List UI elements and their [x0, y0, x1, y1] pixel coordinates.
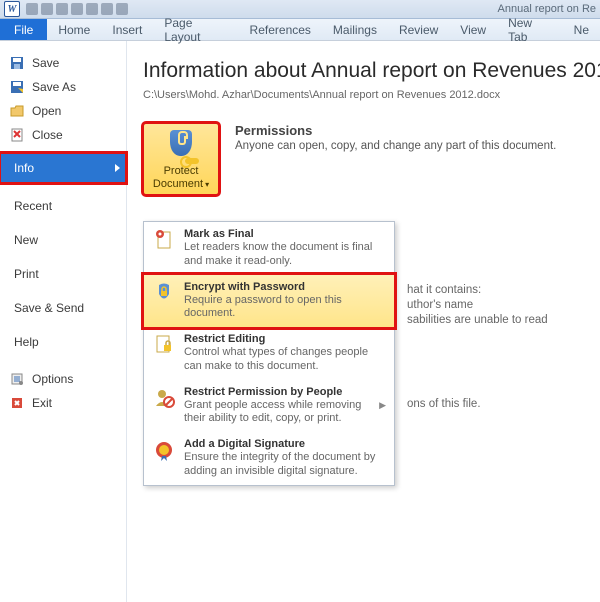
sidebar-item-label: New: [14, 233, 38, 247]
dropdown-item-restrict-by-people[interactable]: Restrict Permission by People Grant peop…: [144, 380, 394, 433]
protect-document-icon: [165, 130, 197, 162]
sidebar-item-label: Save: [32, 56, 59, 70]
close-icon: [10, 128, 24, 142]
dropdown-item-title: Restrict Editing: [184, 333, 386, 345]
tab-view[interactable]: View: [449, 19, 497, 40]
qat-icon[interactable]: [86, 3, 98, 15]
protect-document-dropdown: Mark as Final Let readers know the docum…: [143, 221, 395, 486]
sidebar-item-label: Help: [14, 335, 39, 349]
open-icon: [10, 104, 24, 118]
sidebar-item-label: Recent: [14, 199, 52, 213]
permissions-heading: Permissions: [235, 123, 588, 138]
qat-icon[interactable]: [116, 3, 128, 15]
tab-review[interactable]: Review: [388, 19, 449, 40]
page-title: Information about Annual report on Reven…: [143, 59, 588, 83]
tab-mailings[interactable]: Mailings: [322, 19, 388, 40]
obscured-text: uthor's name: [407, 299, 473, 311]
sidebar-item-label: Info: [14, 161, 34, 175]
qat-icon[interactable]: [56, 3, 68, 15]
app-icon: W: [4, 1, 20, 17]
obscured-text: hat it contains:: [407, 284, 481, 296]
signature-icon: [152, 438, 176, 462]
sidebar-item-save[interactable]: Save: [0, 51, 126, 75]
qat-icon[interactable]: [26, 3, 38, 15]
qat-icon[interactable]: [101, 3, 113, 15]
file-path: C:\Users\Mohd. Azhar\Documents\Annual re…: [143, 89, 588, 101]
ribbon-tabs: File Home Insert Page Layout References …: [0, 19, 600, 41]
sidebar-item-label: Save & Send: [14, 301, 84, 315]
dropdown-item-desc: Let readers know the document is final a…: [184, 241, 386, 269]
qat-icon[interactable]: [41, 3, 53, 15]
sidebar-item-new[interactable]: New: [0, 223, 126, 257]
dropdown-item-restrict-editing[interactable]: Restrict Editing Control what types of c…: [144, 327, 394, 380]
save-as-icon: [10, 80, 24, 94]
tab-extra[interactable]: Ne: [563, 19, 600, 40]
content-pane: Information about Annual report on Reven…: [127, 41, 600, 602]
restrict-editing-icon: [152, 333, 176, 357]
sidebar-item-help[interactable]: Help: [0, 325, 126, 359]
encrypt-icon: [152, 281, 176, 305]
backstage-sidebar: Save Save As Open Close Info Recent: [0, 41, 127, 602]
tab-references[interactable]: References: [239, 19, 322, 40]
obscured-text: sabilities are unable to read: [407, 314, 548, 326]
mark-final-icon: [152, 228, 176, 252]
tab-new-tab[interactable]: New Tab: [497, 19, 563, 40]
sidebar-item-label: Print: [14, 267, 39, 281]
exit-icon: [10, 396, 24, 410]
sidebar-item-open[interactable]: Open: [0, 99, 126, 123]
dropdown-item-desc: Grant people access while removing their…: [184, 399, 371, 427]
sidebar-item-label: Close: [32, 128, 63, 142]
options-icon: [10, 372, 24, 386]
restrict-people-icon: [152, 386, 176, 410]
dropdown-item-desc: Require a password to open this document…: [184, 294, 386, 322]
chevron-down-icon: ▾: [205, 180, 209, 189]
quick-access-toolbar[interactable]: [26, 3, 128, 15]
sidebar-item-save-send[interactable]: Save & Send: [0, 291, 126, 325]
sidebar-item-label: Exit: [32, 396, 52, 410]
sidebar-item-recent[interactable]: Recent: [0, 189, 126, 223]
dropdown-item-title: Mark as Final: [184, 228, 386, 240]
window-title: Annual report on Re: [498, 3, 596, 15]
qat-icon[interactable]: [71, 3, 83, 15]
tab-home[interactable]: Home: [47, 19, 101, 40]
sidebar-item-info[interactable]: Info: [0, 153, 126, 183]
protect-document-button[interactable]: Protect Document▾: [143, 123, 219, 195]
protect-line2: Document: [153, 178, 203, 190]
sidebar-item-options[interactable]: Options: [0, 367, 126, 391]
protect-line1: Protect: [164, 165, 199, 177]
sidebar-item-print[interactable]: Print: [0, 257, 126, 291]
tab-insert[interactable]: Insert: [101, 19, 153, 40]
sidebar-item-close[interactable]: Close: [0, 123, 126, 147]
dropdown-item-encrypt-with-password[interactable]: Encrypt with Password Require a password…: [143, 274, 395, 329]
file-tab[interactable]: File: [0, 19, 47, 40]
tab-page-layout[interactable]: Page Layout: [153, 19, 238, 40]
sidebar-item-label: Save As: [32, 80, 76, 94]
permissions-sub: Anyone can open, copy, and change any pa…: [235, 140, 588, 152]
dropdown-item-title: Add a Digital Signature: [184, 438, 386, 450]
save-icon: [10, 56, 24, 70]
obscured-text: ons of this file.: [407, 398, 481, 410]
dropdown-item-mark-as-final[interactable]: Mark as Final Let readers know the docum…: [144, 222, 394, 275]
sidebar-item-exit[interactable]: Exit: [0, 391, 126, 415]
chevron-right-icon: ▶: [379, 400, 386, 411]
dropdown-item-title: Restrict Permission by People: [184, 386, 371, 398]
sidebar-item-label: Options: [32, 372, 73, 386]
dropdown-item-title: Encrypt with Password: [184, 281, 386, 293]
dropdown-item-desc: Control what types of changes people can…: [184, 346, 386, 374]
sidebar-item-label: Open: [32, 104, 61, 118]
dropdown-item-desc: Ensure the integrity of the document by …: [184, 451, 386, 479]
sidebar-item-save-as[interactable]: Save As: [0, 75, 126, 99]
dropdown-item-add-digital-signature[interactable]: Add a Digital Signature Ensure the integ…: [144, 432, 394, 485]
